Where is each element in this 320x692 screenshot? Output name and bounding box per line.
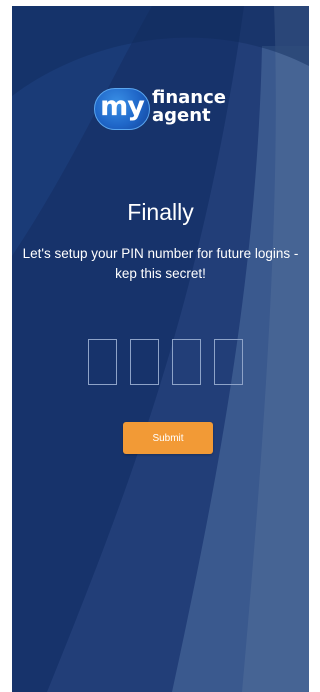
page-title: Finally [127, 199, 194, 225]
logo-word-agent: agent [152, 105, 211, 126]
pin-setup-screen: my finance agent Finally Let's setup you… [12, 6, 309, 692]
pin-digit-3[interactable] [172, 339, 201, 385]
brand-logo: my finance agent [94, 84, 234, 134]
submit-button[interactable]: Submit [123, 422, 213, 454]
pin-digit-1[interactable] [88, 339, 117, 385]
pin-input-group [88, 339, 248, 387]
pin-digit-2[interactable] [130, 339, 159, 385]
pin-digit-4[interactable] [214, 339, 243, 385]
logo-badge: my [94, 88, 150, 130]
instruction-text: Let's setup your PIN number for future l… [22, 246, 299, 281]
